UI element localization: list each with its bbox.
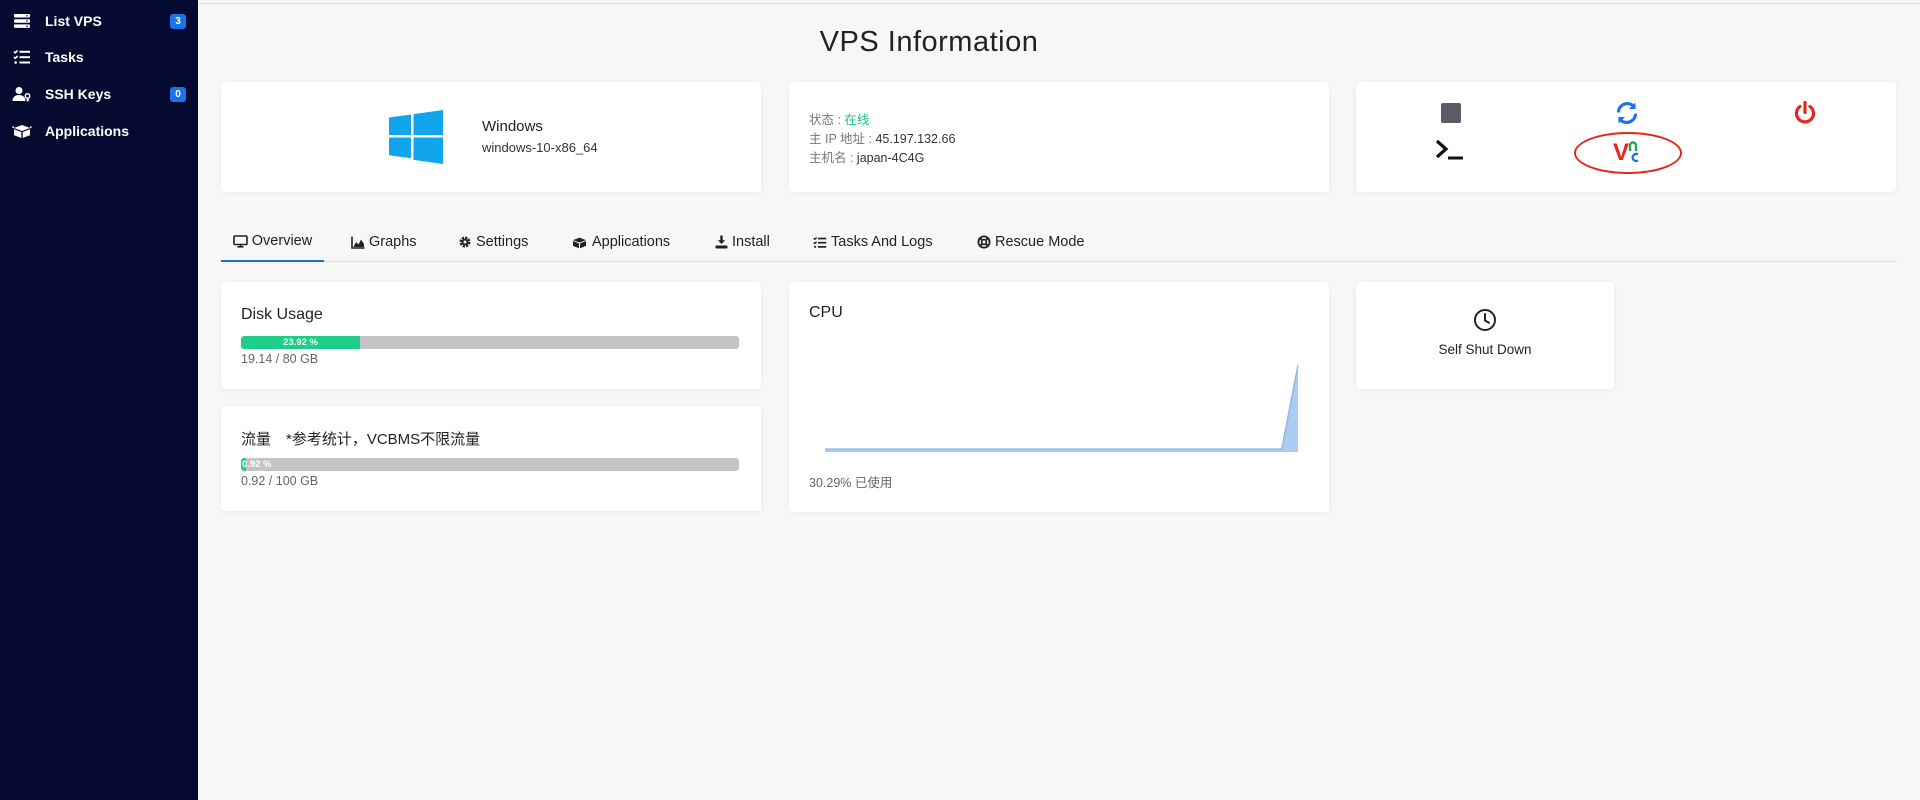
status-line: 状态 : 在线	[809, 109, 869, 128]
header-divider	[198, 3, 1920, 4]
ip-value: 45.197.132.66	[875, 132, 956, 146]
tab-bar: Overview Graphs Settings Applications In…	[221, 222, 1897, 262]
self-shut-down-label: Self Shut Down	[1438, 342, 1532, 357]
user-key-icon	[12, 84, 32, 104]
hostname-line: 主机名 : japan-4C4G	[809, 147, 924, 166]
sidebar-item-ssh-keys[interactable]: SSH Keys 0	[0, 76, 198, 112]
traffic-percent: 0.92 %	[242, 459, 272, 470]
windows-logo-icon	[389, 110, 443, 164]
tab-applications[interactable]: Applications	[571, 222, 670, 262]
restart-button[interactable]	[1611, 100, 1643, 130]
tab-overview[interactable]: Overview	[221, 222, 324, 262]
cpu-usage-text: 30.29% 已使用	[809, 476, 893, 490]
hostname-label: 主机名 :	[809, 151, 857, 165]
sidebar-item-tasks[interactable]: Tasks	[0, 39, 198, 75]
page-title: VPS Information	[819, 26, 1039, 58]
os-card: Windows windows-10-x86_64	[221, 82, 761, 192]
clock-icon	[1473, 308, 1497, 332]
status-badge: 在线	[844, 113, 870, 127]
tab-graphs[interactable]: Graphs	[351, 222, 417, 262]
traffic-amount: 0.92 / 100 GB	[241, 474, 319, 488]
traffic-title: 流量 *参考统计，VCBMS不限流量	[241, 431, 481, 448]
tab-rescue-mode[interactable]: Rescue Mode	[977, 222, 1084, 262]
power-actions-card: V	[1356, 82, 1896, 192]
download-icon	[715, 235, 728, 249]
tab-label: Rescue Mode	[995, 234, 1085, 250]
disk-usage-progress-bar: 23.92 %	[241, 336, 739, 349]
power-icon	[1792, 100, 1818, 131]
boxes-icon	[12, 121, 32, 141]
tab-install[interactable]: Install	[715, 222, 770, 262]
hostname-value: japan-4C4G	[856, 151, 925, 165]
os-version: windows-10-x86_64	[482, 140, 598, 155]
cpu-series-area	[825, 365, 1298, 452]
self-shut-down-button[interactable]: Self Shut Down	[1356, 282, 1614, 389]
vps-count-badge: 3	[170, 13, 186, 29]
sidebar-item-label: Tasks	[45, 49, 84, 65]
console-button[interactable]	[1434, 137, 1468, 167]
tab-label: Settings	[476, 234, 529, 250]
power-button[interactable]	[1790, 100, 1820, 130]
cpu-title: CPU	[809, 304, 843, 321]
area-chart-icon	[351, 236, 365, 249]
cpu-series-line	[825, 365, 1299, 450]
terminal-icon	[1435, 138, 1467, 167]
tab-tasks-and-logs[interactable]: Tasks And Logs	[813, 222, 933, 262]
cpu-usage-chart	[825, 365, 1299, 452]
boxes-icon	[571, 236, 588, 249]
sidebar-item-list-vps[interactable]: List VPS 3	[0, 3, 198, 39]
tab-label: Tasks And Logs	[831, 234, 933, 250]
ip-label: 主 IP 地址 :	[809, 132, 876, 146]
main-content: VPS Information Windows windows-10-x86_6…	[198, 0, 1920, 800]
traffic-progress-fill: 0.92 %	[241, 458, 272, 471]
sidebar-item-label: SSH Keys	[45, 86, 112, 102]
task-list-icon	[813, 236, 827, 249]
ssh-key-count-badge: 0	[170, 86, 186, 102]
tab-label: Overview	[251, 233, 313, 249]
disk-usage-amount: 19.14 / 80 GB	[241, 352, 319, 366]
traffic-progress-bar: 0.92 %	[241, 458, 739, 471]
tab-settings[interactable]: Settings	[458, 222, 528, 262]
vnc-icon: V	[1613, 139, 1643, 167]
gear-icon	[458, 235, 472, 249]
stop-icon	[1440, 102, 1462, 129]
server-info-card: 状态 : 在线 主 IP 地址 : 45.197.132.66 主机名 : ja…	[789, 82, 1329, 192]
disk-usage-title: Disk Usage	[241, 306, 323, 323]
sidebar: List VPS 3 Tasks SSH Keys 0 Applications	[0, 0, 198, 800]
sidebar-item-label: Applications	[45, 123, 130, 139]
os-name: Windows	[482, 118, 543, 135]
sidebar-item-label: List VPS	[45, 13, 102, 29]
stop-button[interactable]	[1436, 100, 1466, 130]
server-stack-icon	[12, 11, 32, 31]
vnc-button[interactable]: V	[1606, 136, 1650, 170]
refresh-icon	[1614, 100, 1640, 131]
cpu-card: CPU 30.29% 已使用	[789, 282, 1329, 512]
lifebuoy-icon	[977, 235, 991, 249]
ip-line: 主 IP 地址 : 45.197.132.66	[809, 128, 955, 147]
task-list-icon	[12, 47, 32, 67]
disk-usage-percent: 23.92 %	[283, 337, 318, 348]
tab-label: Applications	[592, 234, 671, 250]
sidebar-item-applications[interactable]: Applications	[0, 113, 198, 149]
disk-usage-card: Disk Usage 23.92 % 19.14 / 80 GB	[221, 282, 761, 389]
tab-label: Install	[732, 234, 770, 250]
disk-usage-progress-fill: 23.92 %	[241, 336, 361, 349]
status-label: 状态 :	[809, 113, 845, 127]
tab-label: Graphs	[369, 234, 417, 250]
monitor-icon	[232, 234, 248, 248]
traffic-card: 流量 *参考统计，VCBMS不限流量 0.92 % 0.92 / 100 GB	[221, 406, 761, 511]
